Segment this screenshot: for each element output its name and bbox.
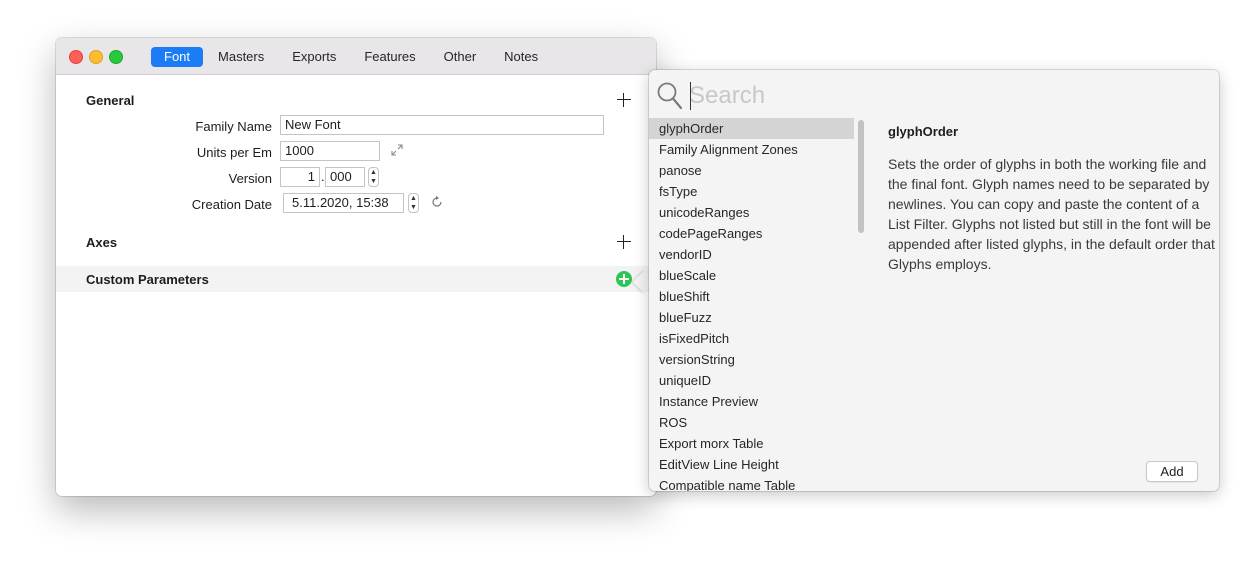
custom-parameters-title: Custom Parameters xyxy=(86,272,209,287)
units-per-em-field[interactable] xyxy=(280,141,380,161)
reset-date-icon[interactable] xyxy=(430,195,444,209)
font-info-window: Font Masters Exports Features Other Note… xyxy=(56,38,656,496)
list-item[interactable]: vendorID xyxy=(649,244,854,265)
description-text: Sets the order of glyphs in both the wor… xyxy=(888,156,1215,272)
list-scrollbar[interactable] xyxy=(858,120,864,233)
custom-parameter-popover: glyphOrder Family Alignment Zones panose… xyxy=(649,70,1219,491)
list-item[interactable]: panose xyxy=(649,160,854,181)
list-item[interactable]: blueScale xyxy=(649,265,854,286)
tab-bar: Font Masters Exports Features Other Note… xyxy=(151,47,553,67)
list-item[interactable]: codePageRanges xyxy=(649,223,854,244)
list-item[interactable]: Compatible name Table xyxy=(649,475,854,491)
family-name-label: Family Name xyxy=(195,119,272,134)
creation-date-stepper[interactable]: ▲ ▼ xyxy=(408,193,419,213)
list-item[interactable]: Instance Preview xyxy=(649,391,854,412)
add-axis-icon[interactable] xyxy=(617,235,631,249)
tab-exports[interactable]: Exports xyxy=(279,47,349,67)
list-item[interactable]: Export morx Table xyxy=(649,433,854,454)
description-title: glyphOrder xyxy=(888,124,959,139)
axes-section-title: Axes xyxy=(86,235,118,250)
creation-date-label: Creation Date xyxy=(191,197,272,212)
close-window-button[interactable] xyxy=(69,50,83,64)
stepper-up-icon: ▲ xyxy=(370,169,377,176)
title-bar: Font Masters Exports Features Other Note… xyxy=(56,38,656,75)
list-item[interactable]: unicodeRanges xyxy=(649,202,854,223)
text-caret xyxy=(690,82,691,110)
list-item[interactable]: isFixedPitch xyxy=(649,328,854,349)
add-general-icon[interactable] xyxy=(617,93,631,107)
stepper-down-icon: ▼ xyxy=(370,178,377,185)
units-per-em-label: Units per Em xyxy=(196,145,272,160)
list-item[interactable]: blueFuzz xyxy=(649,307,854,328)
stepper-down-icon: ▼ xyxy=(410,204,417,211)
tab-font[interactable]: Font xyxy=(151,47,204,67)
version-minor-field[interactable] xyxy=(325,167,365,187)
list-item[interactable]: Family Alignment Zones xyxy=(649,139,854,160)
version-major-field[interactable] xyxy=(280,167,320,187)
minimize-window-button[interactable] xyxy=(89,50,103,64)
zoom-window-button[interactable] xyxy=(109,50,123,64)
add-custom-parameter-icon[interactable] xyxy=(616,271,632,287)
parameter-list[interactable]: glyphOrder Family Alignment Zones panose… xyxy=(649,118,854,491)
version-label: Version xyxy=(228,171,272,186)
family-name-field[interactable] xyxy=(280,115,604,135)
general-section-title: General xyxy=(86,93,135,108)
search-input[interactable] xyxy=(689,78,1189,114)
list-item[interactable]: blueShift xyxy=(649,286,854,307)
custom-parameters-row: Custom Parameters xyxy=(56,266,656,292)
creation-date-field[interactable] xyxy=(283,193,404,213)
list-item[interactable]: fsType xyxy=(649,181,854,202)
search-icon xyxy=(657,82,683,110)
list-item[interactable]: EditView Line Height xyxy=(649,454,854,475)
expand-arrows-icon[interactable] xyxy=(390,143,404,157)
list-item[interactable]: versionString xyxy=(649,349,854,370)
tab-notes[interactable]: Notes xyxy=(491,47,551,67)
list-item[interactable]: ROS xyxy=(649,412,854,433)
list-item[interactable]: uniqueID xyxy=(649,370,854,391)
tab-masters[interactable]: Masters xyxy=(205,47,277,67)
list-item[interactable]: glyphOrder xyxy=(649,118,854,139)
tab-features[interactable]: Features xyxy=(351,47,428,67)
add-button[interactable]: Add xyxy=(1146,461,1198,482)
tab-other[interactable]: Other xyxy=(431,47,490,67)
stepper-up-icon: ▲ xyxy=(410,195,417,202)
version-stepper[interactable]: ▲ ▼ xyxy=(368,167,379,187)
